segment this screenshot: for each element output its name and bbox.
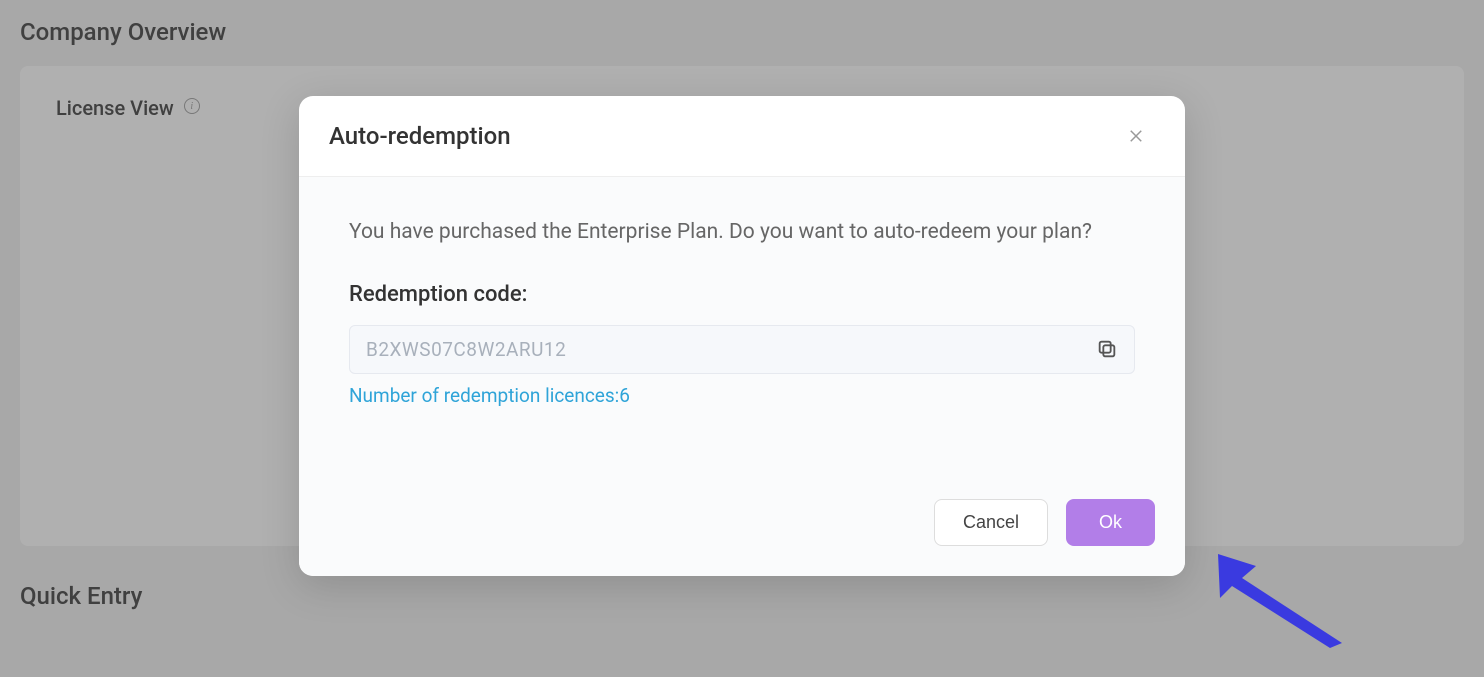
- copy-icon[interactable]: [1096, 338, 1118, 360]
- auto-redemption-modal: Auto-redemption You have purchased the E…: [299, 96, 1185, 576]
- close-icon[interactable]: [1127, 127, 1145, 145]
- modal-overlay: Auto-redemption You have purchased the E…: [0, 0, 1484, 677]
- redemption-code-label: Redemption code:: [349, 282, 1135, 307]
- modal-prompt: You have purchased the Enterprise Plan. …: [349, 215, 1135, 250]
- cancel-button[interactable]: Cancel: [934, 499, 1048, 546]
- redemption-code-box: B2XWS07C8W2ARU12: [349, 325, 1135, 374]
- licences-count-link[interactable]: Number of redemption licences:6: [349, 384, 1135, 407]
- redemption-code-value: B2XWS07C8W2ARU12: [366, 338, 566, 361]
- modal-header: Auto-redemption: [299, 96, 1185, 177]
- ok-button[interactable]: Ok: [1066, 499, 1155, 546]
- modal-footer: Cancel Ok: [299, 439, 1185, 576]
- modal-title: Auto-redemption: [329, 122, 511, 150]
- modal-body: You have purchased the Enterprise Plan. …: [299, 177, 1185, 439]
